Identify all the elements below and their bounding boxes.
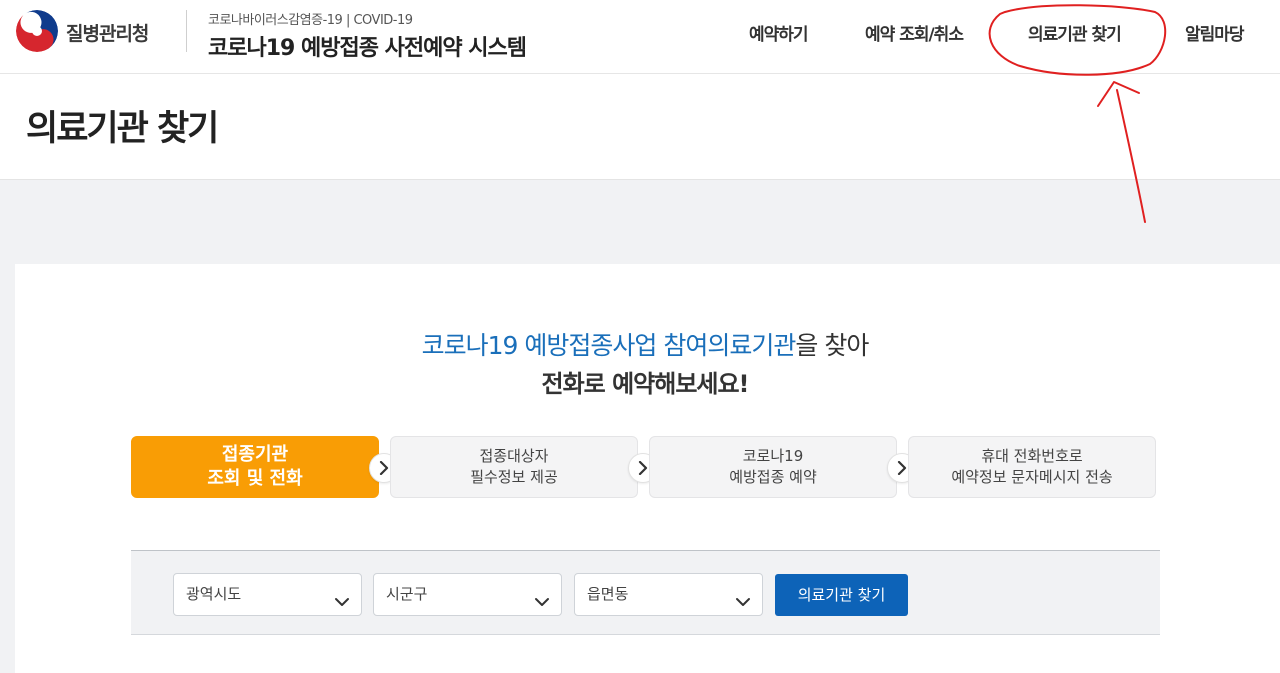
nav-find-medical-institution[interactable]: 의료기관 찾기 [1028,20,1122,45]
step-4-line-1: 휴대 전화번호로 [981,447,1083,465]
site-header: 질병관리청 코로나바이러스감염증-19 | COVID-19 코로나19 예방접… [0,0,1280,74]
chevron-down-icon [734,586,752,627]
step-1-line-1: 접종기관 [221,444,289,465]
district-select[interactable]: 시군구 [373,573,562,616]
nav-reservation-lookup-cancel[interactable]: 예약 조회/취소 [865,20,964,45]
step-1-lookup-and-call: 접종기관 조회 및 전화 [131,436,379,498]
nav-reserve[interactable]: 예약하기 [749,20,809,45]
step-3-line-1: 코로나19 [742,447,804,465]
step-3-line-2: 예방접종 예약 [729,468,817,486]
chevron-down-icon [533,586,551,627]
step-2-provide-info: 접종대상자 필수정보 제공 [390,436,638,498]
town-select-value: 읍면동 [587,585,629,603]
intro-text-3: 을 찾아 [795,331,869,360]
page-title-band: 의료기관 찾기 [0,74,1280,180]
header-divider [186,10,187,52]
system-title[interactable]: 코로나19 예방접종 사전예약 시스템 [208,30,527,62]
intro-text-1: 코로나19 예방접종사업 [421,331,664,360]
intro-line-2: 전화로 예약해보세요! [541,370,749,398]
step-2-line-1: 접종대상자 [479,447,549,465]
page-title: 의료기관 찾기 [26,109,219,149]
step-2-line-2: 필수정보 제공 [470,468,558,486]
chevron-down-icon [333,586,351,627]
province-select[interactable]: 광역시도 [173,573,362,616]
step-4-sms-notification: 휴대 전화번호로 예약정보 문자메시지 전송 [908,436,1156,498]
agency-name[interactable]: 질병관리청 [66,19,149,46]
step-1-line-2: 조회 및 전화 [207,468,303,489]
intro-line-1: 코로나19 예방접종사업 참여의료기관을 찾아 [0,326,1280,362]
find-institution-button[interactable]: 의료기관 찾기 [775,574,908,616]
town-select[interactable]: 읍면동 [574,573,763,616]
step-4-line-2: 예약정보 문자메시지 전송 [951,468,1113,486]
province-select-value: 광역시도 [186,585,242,603]
nav-notice-board[interactable]: 알림마당 [1185,20,1245,45]
korea-taegeuk-logo-icon[interactable] [16,10,58,52]
system-subtitle: 코로나바이러스감염증-19 | COVID-19 [208,13,413,28]
intro-highlight: 참여의료기관 [663,331,796,360]
district-select-value: 시군구 [386,585,428,603]
step-3-vaccination-reservation: 코로나19 예방접종 예약 [649,436,897,498]
